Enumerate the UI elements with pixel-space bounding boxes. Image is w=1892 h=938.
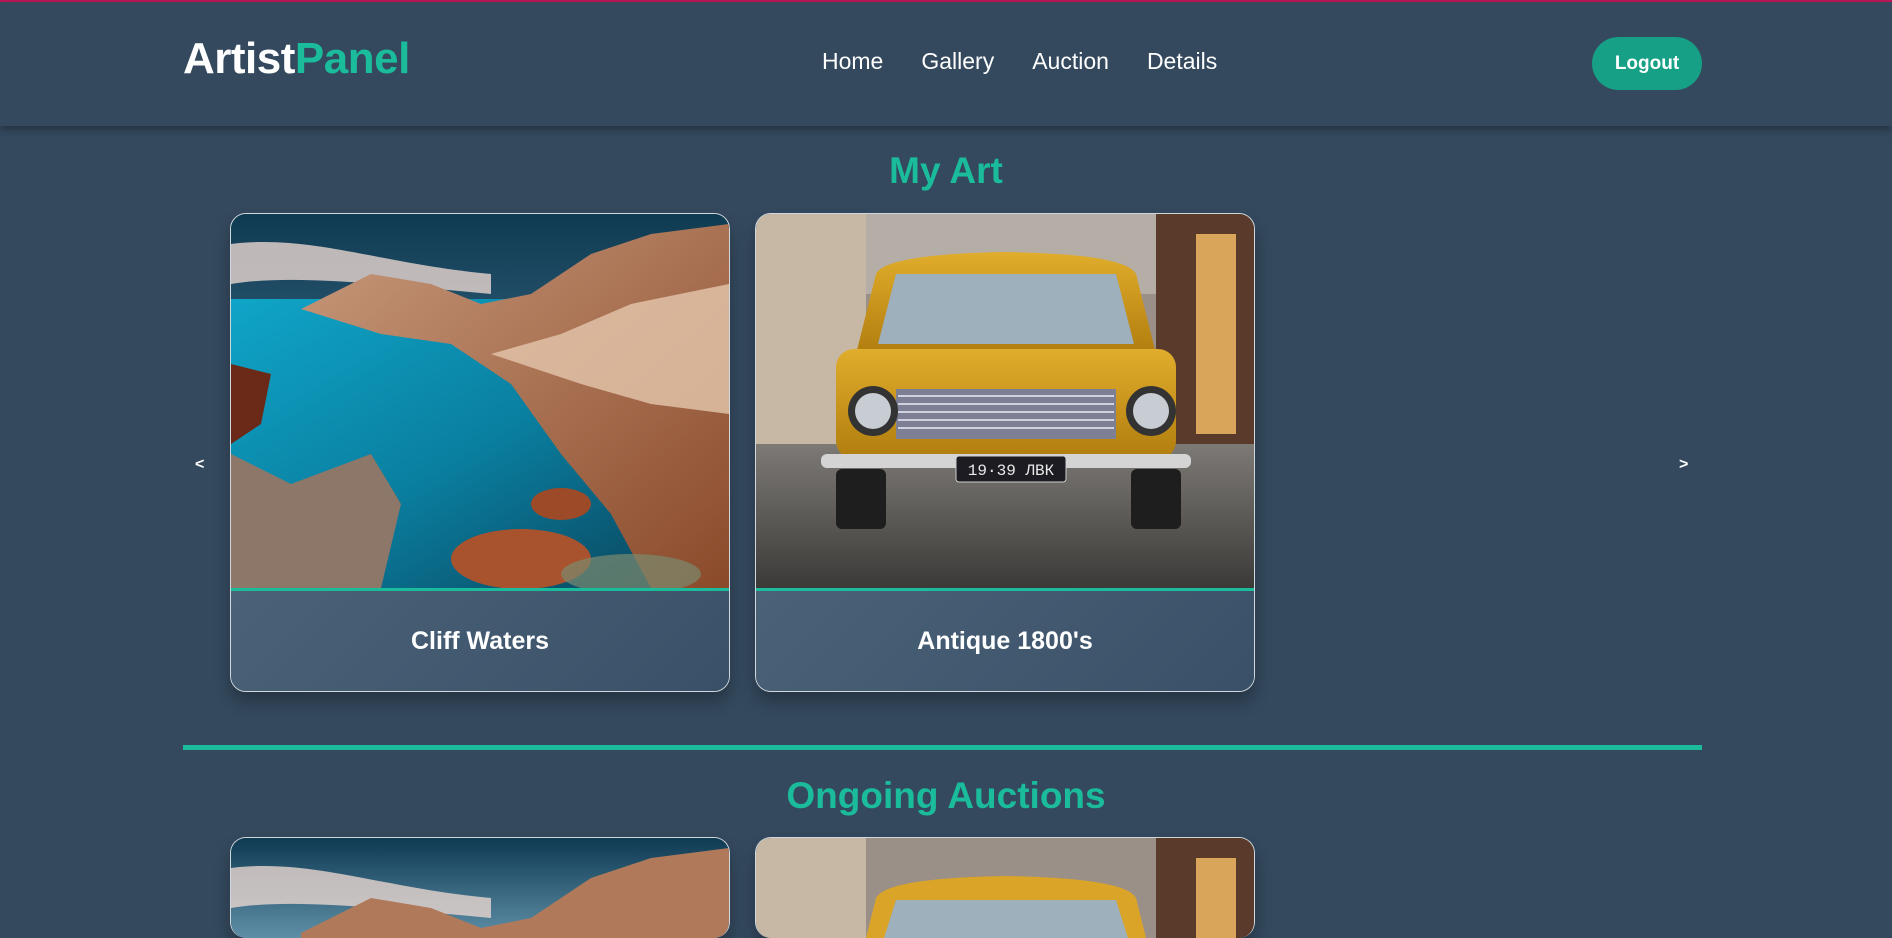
nav-home[interactable]: Home [822, 48, 883, 75]
brand-part2: Panel [294, 34, 410, 83]
auction-image-antique-car [756, 838, 1254, 938]
auction-card[interactable] [230, 837, 730, 938]
logout-button[interactable]: Logout [1592, 37, 1702, 90]
art-card-caption: Cliff Waters [231, 588, 729, 691]
my-art-title: My Art [889, 150, 1003, 191]
nav-auction[interactable]: Auction [1032, 48, 1109, 75]
art-card[interactable]: Cliff Waters [230, 213, 730, 692]
nav-links: Home Gallery Auction Details [822, 48, 1217, 75]
brand-part1: Artist [183, 34, 295, 83]
ongoing-auctions-title: Ongoing Auctions [786, 775, 1106, 816]
license-plate: 19·39 ЛВК [968, 462, 1055, 480]
navbar: ArtistPanel Home Gallery Auction Details… [0, 2, 1892, 126]
carousel-prev-button[interactable]: < [195, 456, 204, 474]
nav-details[interactable]: Details [1147, 48, 1217, 75]
auction-image-cliff-waters [231, 838, 729, 938]
art-image-cliff-waters [231, 214, 729, 588]
art-card-caption: Antique 1800's [756, 588, 1254, 691]
auction-card[interactable] [755, 837, 1255, 938]
nav-gallery[interactable]: Gallery [921, 48, 994, 75]
carousel-next-button[interactable]: > [1679, 456, 1688, 474]
art-card[interactable]: 19·39 ЛВК Antique 1800's [755, 213, 1255, 692]
brand-logo[interactable]: ArtistPanel [183, 34, 410, 84]
section-divider [183, 745, 1702, 750]
art-image-antique-car: 19·39 ЛВК [756, 214, 1254, 588]
